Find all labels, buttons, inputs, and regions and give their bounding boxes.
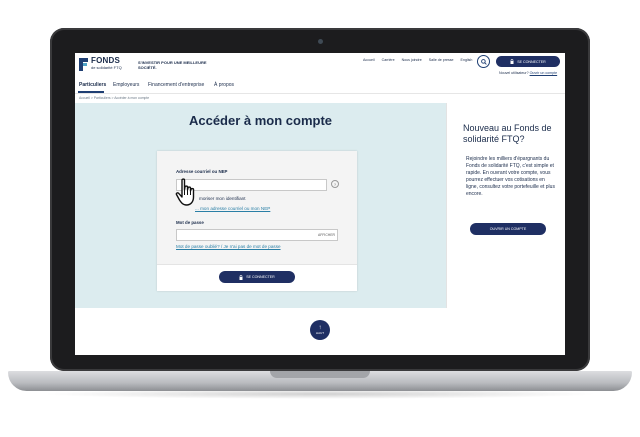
breadcrumb[interactable]: Accueil > Particuliers > Accéder à mon c… <box>79 96 149 100</box>
logo-wordmark[interactable]: FONDS <box>91 56 120 65</box>
nav-item-employeurs[interactable]: Employeurs <box>113 82 139 88</box>
signup-prompt: Nouvel utilisateur? Ouvrir un compte <box>499 71 557 75</box>
login-card: Adresse courriel ou NEP ? moriser mon id… <box>157 151 357 291</box>
logo-subtitle: de solidarité FTQ <box>91 65 122 70</box>
utility-links: Accueil Carrière Nous joindre Salle de p… <box>363 58 472 62</box>
laptop-notch <box>270 371 370 378</box>
help-icon[interactable]: ? <box>331 180 339 188</box>
back-to-top-button[interactable]: ↑ HAUT <box>310 320 330 340</box>
forgot-password-link[interactable]: Mot de passe oublié? / Je n'ai pas de mo… <box>176 244 281 249</box>
open-account-label: OUVRIR UN COMPTE <box>489 227 527 231</box>
signup-question: Nouvel utilisateur? <box>499 71 529 75</box>
login-form-panel: Adresse courriel ou NEP ? moriser mon id… <box>157 151 357 265</box>
nav-item-particuliers[interactable]: Particuliers <box>79 82 106 88</box>
password-field[interactable] <box>176 229 338 241</box>
login-submit-button[interactable]: SE CONNECTER <box>219 271 295 283</box>
open-account-button[interactable]: OUVRIR UN COMPTE <box>470 223 546 235</box>
header-login-label: SE CONNECTER <box>517 59 546 64</box>
remember-me-label[interactable]: moriser mon identifiant <box>199 196 245 201</box>
brand-tagline: S'INVESTIR POUR UNE MEILLEURE SOCIÉTÉ. <box>138 60 207 70</box>
lock-icon <box>510 59 514 64</box>
email-label: Adresse courriel ou NEP <box>176 169 228 174</box>
site-header: FONDS de solidarité FTQ S'INVESTIR POUR … <box>75 53 565 79</box>
lock-icon <box>239 274 243 280</box>
login-submit-label: SE CONNECTER <box>246 275 275 279</box>
nav-active-indicator <box>78 91 104 93</box>
back-to-top-label: HAUT <box>315 331 325 335</box>
link-english[interactable]: English <box>461 58 473 62</box>
nav-item-a-propos[interactable]: À propos <box>214 82 234 88</box>
header-login-button[interactable]: SE CONNECTER <box>496 56 560 67</box>
password-label: Mot de passe <box>176 220 204 225</box>
show-password-toggle[interactable]: AFFICHER <box>318 233 335 237</box>
email-field[interactable] <box>176 179 327 191</box>
signup-link[interactable]: Ouvrir un compte <box>530 71 558 75</box>
nav-item-financement[interactable]: Financement d'entreprise <box>148 82 204 88</box>
fonds-logo-icon[interactable] <box>79 58 88 71</box>
forgot-email-link[interactable]: ... mon adresse courriel ou mon NEP <box>195 206 270 211</box>
hand-pointer-icon <box>175 178 195 206</box>
link-carriere[interactable]: Carrière <box>382 58 395 62</box>
search-icon <box>480 58 487 65</box>
link-salle-de-presse[interactable]: Salle de presse <box>429 58 454 62</box>
search-button[interactable] <box>477 55 490 68</box>
page-title: Accéder à mon compte <box>188 113 333 128</box>
sidebar-description: Rejoindre les milliers d'épargnants du F… <box>466 156 555 197</box>
link-nous-joindre[interactable]: Nous joindre <box>402 58 422 62</box>
sidebar-title: Nouveau au Fonds de solidarité FTQ? <box>463 123 552 144</box>
main-nav: Particuliers Employeurs Financement d'en… <box>75 79 565 94</box>
link-accueil[interactable]: Accueil <box>363 58 375 62</box>
webcam <box>318 39 323 44</box>
browser-viewport: FONDS de solidarité FTQ S'INVESTIR POUR … <box>75 53 565 355</box>
